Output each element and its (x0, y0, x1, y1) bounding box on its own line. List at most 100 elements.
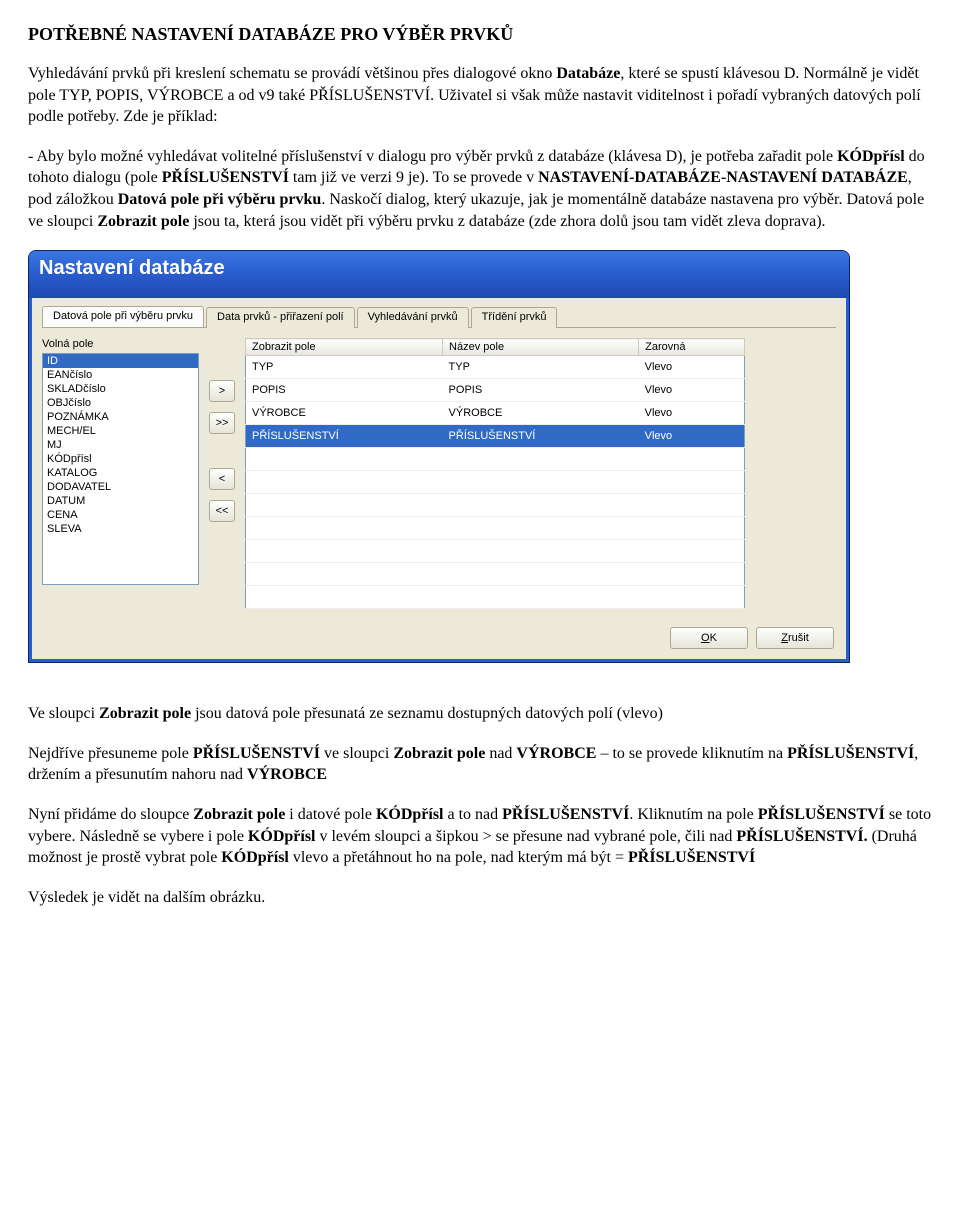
dialog-titlebar[interactable]: Nastavení databáze (29, 251, 849, 298)
text-bold: KÓDpřísl (376, 806, 444, 823)
text-bold: Databáze (556, 65, 620, 82)
list-item[interactable]: DATUM (43, 494, 198, 508)
table-cell: Vlevo (639, 379, 745, 402)
dialog-footer: OK Zrušit (29, 619, 849, 662)
table-cell (246, 448, 443, 471)
text-bold: PŘÍSLUŠENSTVÍ. (736, 828, 867, 845)
add-button[interactable]: > (209, 380, 235, 402)
tab-strip: Datová pole při výběru prvku Data prvků … (42, 306, 836, 328)
tab-data-assignment[interactable]: Data prvků - přiřazení polí (206, 307, 355, 328)
text-bold: Datová pole při výběru prvku (118, 191, 322, 208)
table-cell: PŘÍSLUŠENSTVÍ (443, 425, 639, 448)
text: ve sloupci (320, 745, 393, 762)
text: vlevo a přetáhnout ho na pole, nad který… (289, 849, 628, 866)
col-align[interactable]: Zarovná (639, 339, 745, 356)
table-row-empty (246, 586, 745, 609)
text-bold: NASTAVENÍ-DATABÁZE-NASTAVENÍ DATABÁZE (538, 169, 908, 186)
dialog-window: Nastavení databáze Datová pole při výběr… (28, 250, 850, 663)
text: Vyhledávání prvků při kreslení schematu … (28, 65, 556, 82)
text-bold: PŘÍSLUŠENSTVÍ (193, 745, 320, 762)
table-row[interactable]: PŘÍSLUŠENSTVÍPŘÍSLUŠENSTVÍVlevo (246, 425, 745, 448)
tab-data-fields[interactable]: Datová pole při výběru prvku (42, 306, 204, 327)
table-cell (639, 471, 745, 494)
remove-button[interactable]: < (209, 468, 235, 490)
table-cell (443, 540, 639, 563)
list-item[interactable]: KÓDpřísl (43, 452, 198, 466)
show-fields-table[interactable]: Zobrazit pole Název pole Zarovná TYPTYPV… (245, 338, 745, 609)
remove-all-button[interactable]: << (209, 500, 235, 522)
table-row-empty (246, 494, 745, 517)
text-bold: PŘÍSLUŠENSTVÍ (787, 745, 914, 762)
paragraph-add-kodprisl: Nyní přidáme do sloupce Zobrazit pole i … (28, 804, 932, 869)
text: i datové pole (285, 806, 376, 823)
text: nad (485, 745, 516, 762)
paragraph-result: Výsledek je vidět na dalším obrázku. (28, 887, 932, 909)
tab-sort[interactable]: Třídění prvků (471, 307, 558, 328)
table-cell (246, 517, 443, 540)
tab-search[interactable]: Vyhledávání prvků (357, 307, 469, 328)
list-item[interactable]: SKLADčíslo (43, 382, 198, 396)
table-cell (443, 494, 639, 517)
text-bold: PŘÍSLUŠENSTVÍ (758, 806, 885, 823)
list-item[interactable]: ID (43, 354, 198, 368)
ok-button[interactable]: OK (670, 627, 748, 649)
show-fields-column: Zobrazit pole Název pole Zarovná TYPTYPV… (245, 338, 745, 609)
table-row-empty (246, 517, 745, 540)
page-title: POTŘEBNÉ NASTAVENÍ DATABÁZE PRO VÝBĚR PR… (28, 24, 932, 45)
list-item[interactable]: DODAVATEL (43, 480, 198, 494)
list-item[interactable]: CENA (43, 508, 198, 522)
text-bold: VÝROBCE (247, 766, 327, 783)
table-cell (443, 517, 639, 540)
list-item[interactable]: MECH/EL (43, 424, 198, 438)
table-cell (246, 586, 443, 609)
text: - Aby bylo možné vyhledávat volitelné př… (28, 148, 837, 165)
table-row-empty (246, 563, 745, 586)
text: jsou ta, která jsou vidět při výběru prv… (189, 213, 825, 230)
list-item[interactable]: MJ (43, 438, 198, 452)
cancel-button[interactable]: Zrušit (756, 627, 834, 649)
table-row[interactable]: TYPTYPVlevo (246, 356, 745, 379)
table-cell: Vlevo (639, 356, 745, 379)
table-cell (246, 563, 443, 586)
table-cell (443, 563, 639, 586)
text: v levém sloupci a šipkou > se přesune na… (315, 828, 736, 845)
text-bold: KÓDpřísl (248, 828, 316, 845)
table-cell: PŘÍSLUŠENSTVÍ (246, 425, 443, 448)
table-cell (639, 540, 745, 563)
text-bold: Zobrazit pole (97, 213, 189, 230)
free-fields-listbox[interactable]: IDEANčísloSKLADčísloOBJčísloPOZNÁMKAMECH… (42, 353, 199, 585)
list-item[interactable]: EANčíslo (43, 368, 198, 382)
list-item[interactable]: POZNÁMKA (43, 410, 198, 424)
text: . Kliknutím na pole (629, 806, 757, 823)
text-bold: Zobrazit pole (193, 806, 285, 823)
table-cell (246, 494, 443, 517)
table-cell (639, 494, 745, 517)
table-cell (443, 586, 639, 609)
table-cell: VÝROBCE (246, 402, 443, 425)
table-cell (443, 471, 639, 494)
add-all-button[interactable]: >> (209, 412, 235, 434)
paragraph-example: - Aby bylo možné vyhledávat volitelné př… (28, 146, 932, 232)
table-row[interactable]: VÝROBCEVÝROBCEVlevo (246, 402, 745, 425)
list-item[interactable]: SLEVA (43, 522, 198, 536)
text-bold: KÓDpřísl (221, 849, 289, 866)
col-field-name[interactable]: Název pole (443, 339, 639, 356)
table-cell: TYP (443, 356, 639, 379)
text-bold: KÓDpřísl (837, 148, 905, 165)
list-item[interactable]: KATALOG (43, 466, 198, 480)
text: Nejdříve přesuneme pole (28, 745, 193, 762)
col-show-field[interactable]: Zobrazit pole (246, 339, 443, 356)
table-cell: POPIS (246, 379, 443, 402)
text-bold: Zobrazit pole (99, 705, 191, 722)
text-bold: Zobrazit pole (393, 745, 485, 762)
embedded-screenshot: Nastavení databáze Datová pole při výběr… (28, 250, 932, 663)
table-row[interactable]: POPISPOPISVlevo (246, 379, 745, 402)
text-bold: PŘÍSLUŠENSTVÍ (162, 169, 289, 186)
free-fields-column: Volná pole IDEANčísloSKLADčísloOBJčísloP… (42, 338, 199, 585)
text-bold: PŘÍSLUŠENSTVÍ (628, 849, 755, 866)
list-item[interactable]: OBJčíslo (43, 396, 198, 410)
text-bold: VÝROBCE (516, 745, 596, 762)
table-cell (246, 471, 443, 494)
paragraph-move-pole: Nejdříve přesuneme pole PŘÍSLUŠENSTVÍ ve… (28, 743, 932, 786)
table-row-empty (246, 471, 745, 494)
